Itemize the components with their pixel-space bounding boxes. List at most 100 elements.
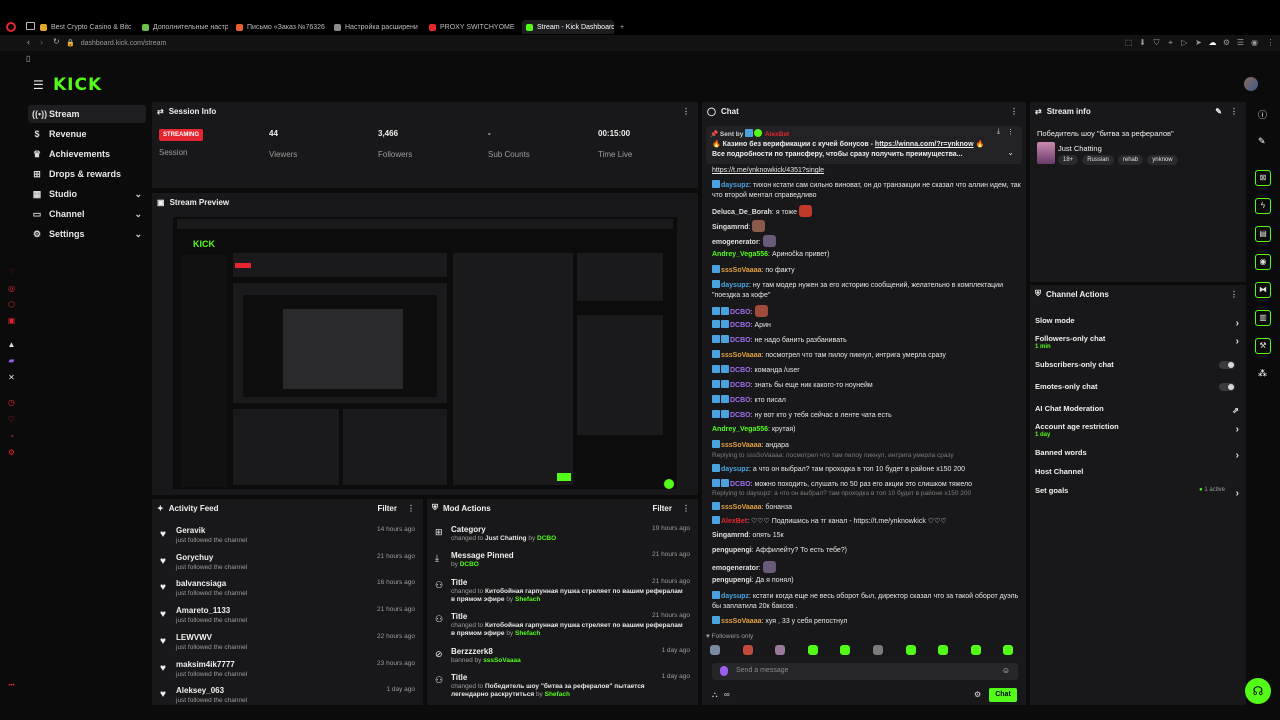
slow-mode-row[interactable]: Slow mode ›	[1035, 316, 1241, 334]
mod-user[interactable]: Shefach	[545, 691, 570, 698]
mod-user[interactable]: DCBO	[460, 561, 479, 568]
chat-username[interactable]: pengupengi	[712, 547, 752, 554]
chat-username[interactable]: sssSoVaaaa	[721, 442, 761, 449]
edit-icon[interactable]: ✎	[1215, 107, 1222, 116]
activity-user[interactable]: balvancsiaga	[176, 579, 226, 588]
emote-icon[interactable]	[840, 645, 851, 655]
history-rail-icon[interactable]: ◷	[7, 398, 16, 407]
account-age-row[interactable]: Account age restriction 1 day ›	[1035, 422, 1241, 440]
set-goals-row[interactable]: Set goals ● 1 active ›	[1035, 486, 1241, 504]
more-icon[interactable]: ⋮	[682, 504, 690, 513]
stream-tag[interactable]: ynknow	[1147, 155, 1178, 165]
info-circle-icon[interactable]: ⓘ	[1258, 108, 1267, 121]
page-icon[interactable]: ▯	[26, 54, 30, 63]
rail-doc-icon[interactable]: ▤	[1255, 226, 1271, 242]
chat-username[interactable]: Singamrnd	[712, 224, 749, 231]
mod-user[interactable]: DCBO	[537, 535, 556, 542]
arrow-rail-icon[interactable]: ▲	[7, 340, 16, 349]
more-icon[interactable]: ⋮	[1010, 107, 1018, 116]
chat-username[interactable]: pengupengi	[712, 577, 752, 584]
emote-icon[interactable]	[807, 645, 818, 655]
shield-ext-icon[interactable]: ⛉	[1152, 38, 1161, 47]
browser-tab[interactable]: PROXY SWITCHYOMEGA	[429, 20, 515, 34]
nav-achievements[interactable]: ♛ Achievements	[28, 145, 146, 163]
new-tab-icon[interactable]: +	[620, 20, 624, 34]
rail-toggle-icon[interactable]: ⊠	[1255, 170, 1271, 186]
chat-username[interactable]: Singamrnd	[712, 532, 749, 539]
browser-tab[interactable]: Дополнительные настро	[142, 20, 228, 34]
stream-video[interactable]: KICK	[173, 217, 677, 489]
emotes-only-row[interactable]: Emotes-only chat	[1035, 382, 1241, 400]
more-icon[interactable]: ⋮	[682, 107, 690, 116]
pinned-more-icon[interactable]: ⋮	[1007, 128, 1014, 136]
pinned-link[interactable]: https://winna.com/?r=ynknow	[875, 141, 974, 148]
activity-user[interactable]: LEWVWV	[176, 633, 212, 642]
activity-user[interactable]: Geravik	[176, 526, 205, 535]
settings-icon[interactable]: ⚙	[974, 690, 981, 699]
reload-icon[interactable]: ↻	[53, 37, 60, 46]
banned-words-row[interactable]: Banned words ›	[1035, 448, 1241, 466]
rail-apps-icon[interactable]: ⁂	[1258, 368, 1267, 379]
emote-icon[interactable]	[970, 645, 981, 655]
chat-username[interactable]: DCBO	[730, 412, 751, 419]
chat-username[interactable]: sssSoVaaaa	[721, 352, 761, 359]
aria-rail-icon[interactable]: ◎	[7, 284, 16, 293]
stream-tag[interactable]: rehab	[1117, 155, 1144, 165]
browser-tab[interactable]: Настройка расширени	[334, 20, 420, 34]
chat-username[interactable]: sssSoVaaaa	[721, 618, 761, 625]
twitch-rail-icon[interactable]: ▰	[7, 356, 16, 365]
clock-rail-icon[interactable]: ◔	[7, 432, 16, 441]
more-icon[interactable]: ⋮	[1230, 107, 1238, 116]
rail-chat-icon[interactable]: ◉	[1255, 254, 1271, 270]
nav-stream[interactable]: ((•)) Stream	[28, 105, 146, 123]
x-rail-icon[interactable]: ✕	[7, 373, 16, 382]
back-icon[interactable]: ‹	[27, 37, 30, 47]
chat-username[interactable]: DCBO	[730, 322, 751, 329]
activity-user[interactable]: Gorychuy	[176, 553, 213, 562]
unpin-icon[interactable]: ⤓	[997, 128, 1000, 136]
activity-user[interactable]: Aleksey_063	[176, 686, 224, 695]
chat-username[interactable]: daysupz	[721, 593, 749, 600]
host-channel-row[interactable]: Host Channel	[1035, 467, 1241, 485]
category-name[interactable]: Just Chatting	[1058, 144, 1102, 153]
chat-username[interactable]: daysupz	[721, 282, 749, 289]
mod-user[interactable]: sssSoVaaaa	[483, 657, 521, 664]
tabs-icon[interactable]	[26, 22, 35, 30]
emotes-only-toggle[interactable]	[1219, 383, 1235, 391]
menu-ext-icon[interactable]: ☰	[1236, 38, 1245, 47]
subscribers-only-toggle[interactable]	[1219, 361, 1235, 369]
browser-tab[interactable]: Best Crypto Casino & Bitc	[40, 20, 132, 34]
pencil-icon[interactable]: ✎	[1258, 136, 1266, 147]
mod-user[interactable]: Shefach	[515, 596, 540, 603]
play-ext-icon[interactable]: ▷	[1180, 38, 1189, 47]
chat-username[interactable]: emogenerator	[712, 239, 759, 246]
settings-rail-icon[interactable]: ⚙	[7, 448, 16, 457]
nav-channel[interactable]: ▭ Channel ⌄	[28, 205, 146, 223]
camera-ext-icon[interactable]: ◉	[1250, 38, 1259, 47]
mic-icon[interactable]	[720, 666, 728, 676]
browser-tab[interactable]: Письмо «Заказ №76326	[236, 20, 326, 34]
chat-username[interactable]: daysupz	[721, 182, 749, 189]
support-chat-icon[interactable]: ☊	[1245, 678, 1271, 704]
nav-revenue[interactable]: $ Revenue	[28, 125, 146, 143]
nav-studio[interactable]: ▦ Studio ⌄	[28, 185, 146, 203]
chat-username[interactable]: AlexBet	[721, 518, 747, 525]
stream-tag[interactable]: Russian	[1082, 155, 1114, 165]
forward-icon[interactable]: ›	[40, 37, 43, 47]
emote-icon[interactable]	[1003, 645, 1014, 655]
followers-only-row[interactable]: Followers-only chat 1 min ›	[1035, 334, 1241, 352]
ai-moderation-row[interactable]: AI Chat Moderation ⇗	[1035, 404, 1241, 422]
emote-icon[interactable]	[873, 645, 883, 655]
opera-rail-icon[interactable]: ◌	[7, 266, 16, 275]
emote-icon[interactable]	[775, 645, 786, 655]
mod-user[interactable]: Shefach	[515, 630, 540, 637]
emote-icon[interactable]	[938, 645, 949, 655]
more-ext-icon[interactable]: ⋮	[1266, 38, 1275, 47]
more-icon[interactable]: ⋮	[1230, 290, 1238, 299]
opera-logo-icon[interactable]	[6, 22, 16, 32]
emote-icon[interactable]	[742, 645, 753, 655]
chat-username[interactable]: DCBO	[730, 337, 751, 344]
more-icon[interactable]: ⋮	[407, 504, 415, 513]
emoji-icon[interactable]: ☺	[1002, 666, 1010, 675]
chat-username[interactable]: DCBO	[730, 367, 751, 374]
